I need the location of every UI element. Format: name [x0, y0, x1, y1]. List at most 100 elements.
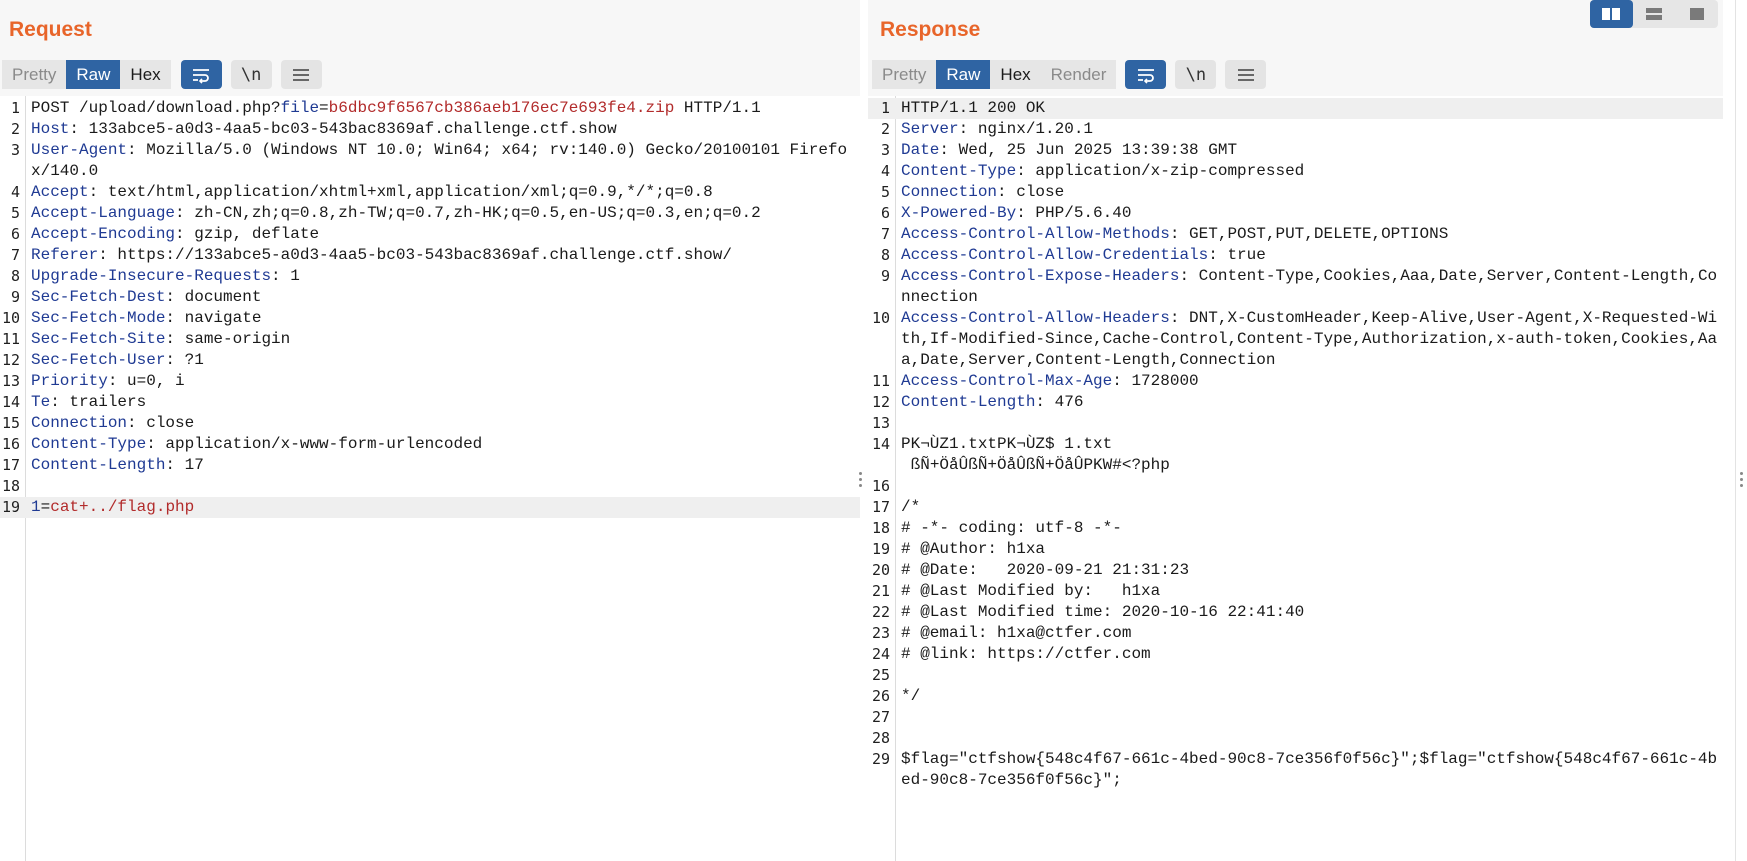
line-number: 1	[0, 98, 20, 119]
line-content: Content-Type: application/x-www-form-url…	[31, 434, 860, 455]
text-segment: : navigate	[165, 309, 261, 327]
header-name: Connection	[901, 183, 997, 201]
header-name: Date	[901, 141, 939, 159]
vertical-scrollbar-track[interactable]	[1735, 0, 1736, 861]
line-number: 16	[0, 434, 20, 455]
param-name: 1	[31, 498, 41, 516]
pane-splitter-handle[interactable]	[859, 472, 863, 487]
layout-single-pane-button[interactable]	[1675, 0, 1718, 28]
response-editor[interactable]: 1 HTTP/1.1 200 OK 2 Server: nginx/1.20.1 3 Da…	[868, 96, 1723, 861]
line-content: # @Last Modified time: 2020-10-16 22:41:…	[901, 602, 1723, 623]
text-segment: : application/x-zip-compressed	[1016, 162, 1304, 180]
line-number: 10	[868, 308, 890, 329]
request-line: 13 Priority: u=0, i	[0, 371, 860, 392]
menu-icon	[292, 67, 310, 83]
text-segment: : PHP/5.6.40	[1016, 204, 1131, 222]
text-segment: =	[319, 99, 329, 117]
text-segment: : 1	[271, 267, 300, 285]
request-line: 8 Upgrade-Insecure-Requests: 1	[0, 266, 860, 287]
text-segment: # @email: h1xa@ctfer.com	[901, 624, 1131, 642]
response-line: 7 Access-Control-Allow-Methods: GET,POST,…	[868, 224, 1723, 245]
line-content	[901, 707, 1723, 728]
request-tab-pretty[interactable]: Pretty	[2, 60, 66, 89]
response-line: 29 $flag="ctfshow{548c4f67-661c-4bed-90c8…	[868, 749, 1723, 791]
line-content: Te: trailers	[31, 392, 860, 413]
text-segment: # -*- coding: utf-8 -*-	[901, 519, 1122, 537]
line-content: Referer: https://133abce5-a0d3-4aa5-bc03…	[31, 245, 860, 266]
wrap-lines-icon	[191, 66, 211, 84]
request-line: 19 1=cat+../flag.php	[0, 497, 860, 518]
header-name: Sec-Fetch-Dest	[31, 288, 165, 306]
response-line: 22 # @Last Modified time: 2020-10-16 22:4…	[868, 602, 1723, 623]
line-content	[31, 476, 860, 497]
right-splitter-handle[interactable]	[1740, 472, 1744, 487]
line-number: 19	[0, 497, 20, 518]
line-content	[901, 476, 1723, 497]
response-line: 5 Connection: close	[868, 182, 1723, 203]
request-editor[interactable]: 1 POST /upload/download.php?file=b6dbc9f6…	[0, 96, 860, 861]
line-number: 4	[0, 182, 20, 203]
line-content: # @link: https://ctfer.com	[901, 644, 1723, 665]
layout-switch	[1590, 0, 1718, 28]
line-number: 14	[0, 392, 20, 413]
line-content: Access-Control-Allow-Headers: DNT,X-Cust…	[901, 308, 1723, 371]
text-segment: POST /upload/download.php?	[31, 99, 281, 117]
response-tab-hex[interactable]: Hex	[990, 60, 1040, 89]
line-content: Content-Length: 17	[31, 455, 860, 476]
line-number: 17	[868, 497, 890, 518]
header-name: Content-Length	[31, 456, 165, 474]
response-menu-button[interactable]	[1225, 60, 1266, 89]
line-number: 20	[868, 560, 890, 581]
line-content: $flag="ctfshow{548c4f67-661c-4bed-90c8-7…	[901, 749, 1723, 791]
header-name: Access-Control-Allow-Credentials	[901, 246, 1208, 264]
layout-side-by-side-button[interactable]	[1590, 0, 1633, 28]
line-number: 24	[868, 644, 890, 665]
line-content: # @Date: 2020-09-21 21:31:23	[901, 560, 1723, 581]
line-content: Content-Length: 476	[901, 392, 1723, 413]
text-segment: : text/html,application/xhtml+xml,applic…	[89, 183, 713, 201]
request-tab-hex[interactable]: Hex	[120, 60, 170, 89]
line-number: 3	[0, 140, 20, 161]
response-tab-render[interactable]: Render	[1041, 60, 1117, 89]
request-view-tabs: Pretty Raw Hex \n	[2, 60, 322, 89]
layout-stacked-button[interactable]	[1633, 0, 1676, 28]
text-segment: : 133abce5-a0d3-4aa5-bc03-543bac8369af.c…	[69, 120, 616, 138]
header-name: Access-Control-Expose-Headers	[901, 267, 1179, 285]
request-wrap-lines-button[interactable]	[181, 60, 222, 89]
text-segment: # @Date: 2020-09-21 21:31:23	[901, 561, 1189, 579]
header-name: Host	[31, 120, 69, 138]
line-content: Access-Control-Expose-Headers: Content-T…	[901, 266, 1723, 308]
line-number: 5	[868, 182, 890, 203]
header-name: Referer	[31, 246, 98, 264]
header-name: Content-Type	[901, 162, 1016, 180]
line-content: Access-Control-Max-Age: 1728000	[901, 371, 1723, 392]
header-name: Access-Control-Max-Age	[901, 372, 1112, 390]
request-newline-button[interactable]: \n	[231, 60, 272, 89]
newline-label: \n	[241, 65, 261, 85]
header-name: Priority	[31, 372, 108, 390]
request-line: 17 Content-Length: 17	[0, 455, 860, 476]
response-tab-raw[interactable]: Raw	[936, 60, 990, 89]
line-number: 1	[868, 98, 890, 119]
request-line: 16 Content-Type: application/x-www-form-u…	[0, 434, 860, 455]
text-segment: : application/x-www-form-urlencoded	[146, 435, 482, 453]
response-line: 11 Access-Control-Max-Age: 1728000	[868, 371, 1723, 392]
line-number: 27	[868, 707, 890, 728]
line-number: 17	[0, 455, 20, 476]
response-newline-button[interactable]: \n	[1175, 60, 1216, 89]
line-content: Accept-Language: zh-CN,zh;q=0.8,zh-TW;q=…	[31, 203, 860, 224]
request-line: 18	[0, 476, 860, 497]
request-tab-raw[interactable]: Raw	[66, 60, 120, 89]
response-line: 8 Access-Control-Allow-Credentials: true	[868, 245, 1723, 266]
line-number: 6	[0, 224, 20, 245]
line-number: 6	[868, 203, 890, 224]
line-content: User-Agent: Mozilla/5.0 (Windows NT 10.0…	[31, 140, 860, 182]
response-tab-pretty[interactable]: Pretty	[872, 60, 936, 89]
response-wrap-lines-button[interactable]	[1125, 60, 1166, 89]
text-segment: : close	[997, 183, 1064, 201]
line-content: Sec-Fetch-Mode: navigate	[31, 308, 860, 329]
param-value: b6dbc9f6567cb386aeb176ec7e693fe4.zip	[329, 99, 675, 117]
request-menu-button[interactable]	[281, 60, 322, 89]
response-pane: Response Pretty Raw Hex Render \n 1 HTTP…	[868, 0, 1723, 861]
response-title: Response	[880, 18, 980, 42]
